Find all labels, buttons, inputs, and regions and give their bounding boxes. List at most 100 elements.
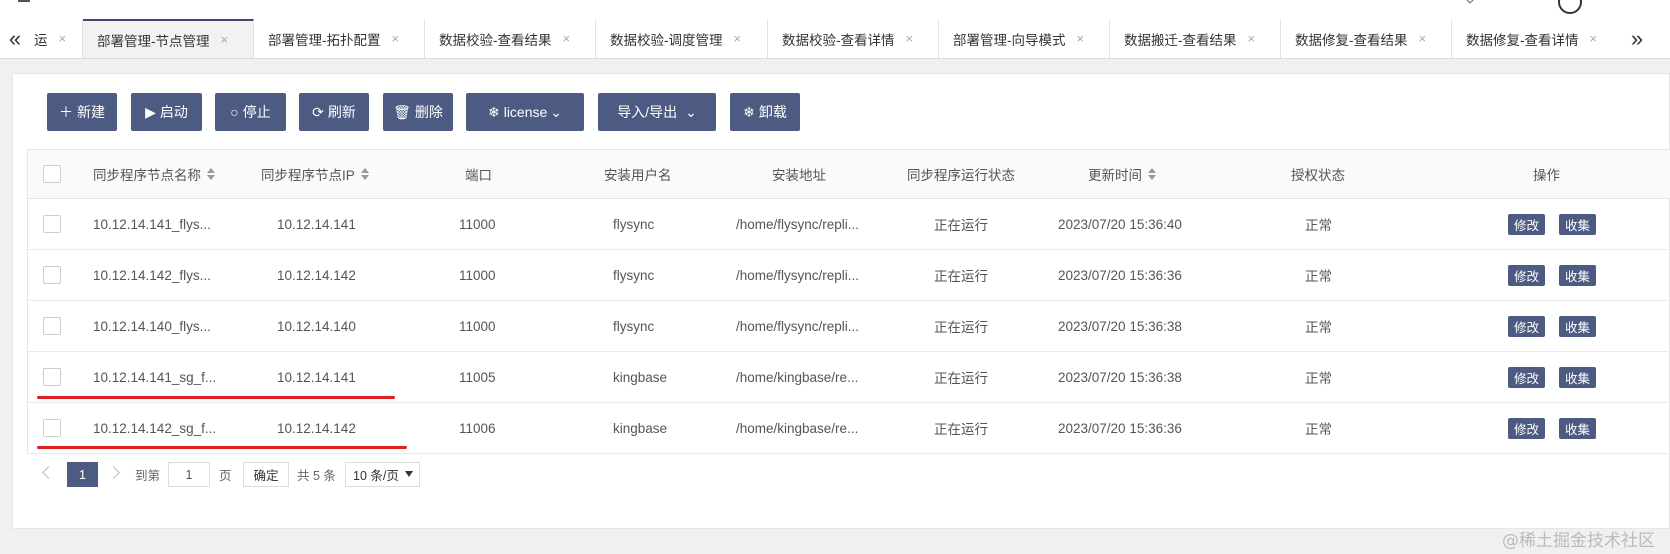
tab-migration-results[interactable]: 数据搬迁-查看结果 × — [1110, 19, 1281, 58]
tabs-scroll-left-icon[interactable]: « — [0, 19, 30, 58]
collect-button[interactable]: 收集 — [1559, 417, 1597, 439]
edit-button[interactable]: 修改 — [1508, 213, 1546, 235]
menu-icon[interactable] — [18, 0, 30, 2]
cell-updated: 2023/07/20 15:36:36 — [1058, 420, 1182, 436]
uninstall-button[interactable]: ❄ 卸载 — [730, 93, 800, 131]
cell-user: flysync — [613, 216, 655, 232]
total-count: 共 5 条 — [297, 469, 336, 483]
delete-button-label: 删除 — [414, 104, 443, 120]
tab-node-management[interactable]: 部署管理-节点管理 × — [83, 19, 254, 58]
tab-ops[interactable]: 运 × — [30, 19, 83, 58]
chevron-down-icon[interactable] — [1464, 0, 1476, 4]
tab-repair-details[interactable]: 数据修复-查看详情 × — [1452, 19, 1620, 58]
start-button[interactable]: ▶ 启动 — [131, 93, 202, 131]
collect-button[interactable]: 收集 — [1559, 213, 1597, 235]
row-select-cell — [43, 199, 61, 249]
select-all-checkbox[interactable] — [43, 165, 61, 183]
page-unit-label: 页 — [219, 469, 232, 483]
import-export-button[interactable]: 导入/导出 ⌄ — [598, 93, 716, 131]
col-auth-label: 授权状态 — [1291, 168, 1345, 183]
col-name[interactable]: 同步程序节点名称 — [93, 150, 215, 198]
avatar[interactable] — [1558, 0, 1582, 14]
edit-button[interactable]: 修改 — [1508, 366, 1546, 388]
new-button[interactable]: ＋新建 — [47, 93, 117, 131]
license-button[interactable]: ❄ license ⌄ — [466, 93, 584, 131]
cell-user: flysync — [613, 267, 655, 283]
tab-label: 数据校验-查看详情 — [782, 32, 895, 48]
play-icon: ▶ — [145, 103, 156, 120]
tab-wizard-mode[interactable]: 部署管理-向导模式 × — [939, 19, 1110, 58]
row-select-cell — [43, 301, 61, 351]
delete-button[interactable]: 🗑 删除 — [383, 93, 453, 131]
sort-icon[interactable] — [360, 168, 369, 180]
tab-label: 部署管理-拓扑配置 — [268, 32, 381, 48]
new-button-label: 新建 — [77, 104, 105, 120]
edit-button[interactable]: 修改 — [1508, 417, 1546, 439]
cell-path: /home/kingbase/re... — [736, 369, 859, 385]
edit-button[interactable]: 修改 — [1508, 315, 1546, 337]
tab-label: 数据搬迁-查看结果 — [1124, 32, 1237, 48]
close-icon[interactable]: × — [906, 31, 914, 46]
close-icon[interactable]: × — [1077, 31, 1085, 46]
refresh-button[interactable]: ⟳ 刷新 — [299, 93, 369, 131]
caret-down-icon — [405, 471, 413, 477]
tab-list: 运 × 部署管理-节点管理 × 部署管理-拓扑配置 × 数据校验-查看结果 × 数据校验-调度管… — [30, 19, 1620, 58]
page-number-input[interactable] — [168, 462, 210, 487]
cell-updated: 2023/07/20 15:36:36 — [1058, 267, 1182, 283]
cell-path: /home/flysync/repli... — [736, 318, 860, 334]
cell-port: 11005 — [459, 369, 496, 385]
annotation-underline — [37, 446, 407, 449]
row-checkbox[interactable] — [43, 266, 61, 284]
table-row: 10.12.14.141_flys... 10.12.14.141 11000 fly… — [28, 199, 1670, 250]
current-page-button[interactable]: 1 — [67, 462, 98, 487]
cell-port: 11000 — [459, 267, 496, 283]
tab-repair-results[interactable]: 数据修复-查看结果 × — [1281, 19, 1452, 58]
cell-name: 10.12.14.142_flys... — [93, 267, 211, 283]
close-icon[interactable]: × — [1590, 31, 1598, 46]
page-size-select[interactable]: 10 条/页 — [345, 462, 420, 487]
row-checkbox[interactable] — [43, 419, 61, 437]
cell-status: 正在运行 — [934, 371, 988, 386]
close-icon[interactable]: × — [563, 31, 571, 46]
row-actions: 修改 收集 — [1508, 301, 1610, 351]
row-checkbox[interactable] — [43, 215, 61, 233]
select-all-cell — [43, 150, 61, 198]
col-ip[interactable]: 同步程序节点IP — [261, 150, 369, 198]
close-icon[interactable]: × — [734, 31, 742, 46]
row-checkbox[interactable] — [43, 317, 61, 335]
cell-auth: 正常 — [1305, 371, 1332, 386]
confirm-button[interactable]: 确定 — [243, 462, 289, 487]
tab-check-details[interactable]: 数据校验-查看详情 × — [768, 19, 939, 58]
collect-button[interactable]: 收集 — [1559, 366, 1597, 388]
edit-button[interactable]: 修改 — [1508, 264, 1546, 286]
close-icon[interactable]: × — [1248, 31, 1256, 46]
collect-button[interactable]: 收集 — [1559, 264, 1597, 286]
circle-icon: ○ — [230, 104, 239, 120]
tab-check-results[interactable]: 数据校验-查看结果 × — [425, 19, 596, 58]
col-updated[interactable]: 更新时间 — [1088, 150, 1156, 198]
tab-topology-config[interactable]: 部署管理-拓扑配置 × — [254, 19, 425, 58]
sort-icon[interactable] — [1148, 168, 1156, 180]
cell-updated: 2023/07/20 15:36:38 — [1058, 318, 1182, 334]
col-ops: 操作 — [1533, 150, 1560, 198]
col-status: 同步程序运行状态 — [907, 150, 1015, 198]
tab-label: 部署管理-节点管理 — [97, 33, 210, 49]
close-icon[interactable]: × — [1419, 31, 1427, 46]
stop-button[interactable]: ○ 停止 — [215, 93, 286, 131]
cell-ip: 10.12.14.141 — [277, 369, 356, 385]
sort-icon[interactable] — [207, 168, 215, 180]
row-actions: 修改 收集 — [1508, 250, 1610, 300]
goto-label: 到第 — [135, 469, 161, 483]
cell-status: 正在运行 — [934, 320, 988, 335]
tab-schedule-management[interactable]: 数据校验-调度管理 × — [596, 19, 768, 58]
license-button-label: license — [503, 104, 548, 120]
close-icon[interactable]: × — [221, 32, 229, 47]
close-icon[interactable]: × — [59, 31, 67, 46]
cell-path: /home/flysync/repli... — [736, 216, 860, 232]
tabs-scroll-right-icon[interactable]: » — [1622, 19, 1652, 58]
uninstall-button-label: 卸载 — [758, 104, 787, 120]
close-icon[interactable]: × — [392, 31, 400, 46]
refresh-icon: ⟳ — [312, 103, 324, 120]
collect-button[interactable]: 收集 — [1559, 315, 1597, 337]
row-checkbox[interactable] — [43, 368, 61, 386]
